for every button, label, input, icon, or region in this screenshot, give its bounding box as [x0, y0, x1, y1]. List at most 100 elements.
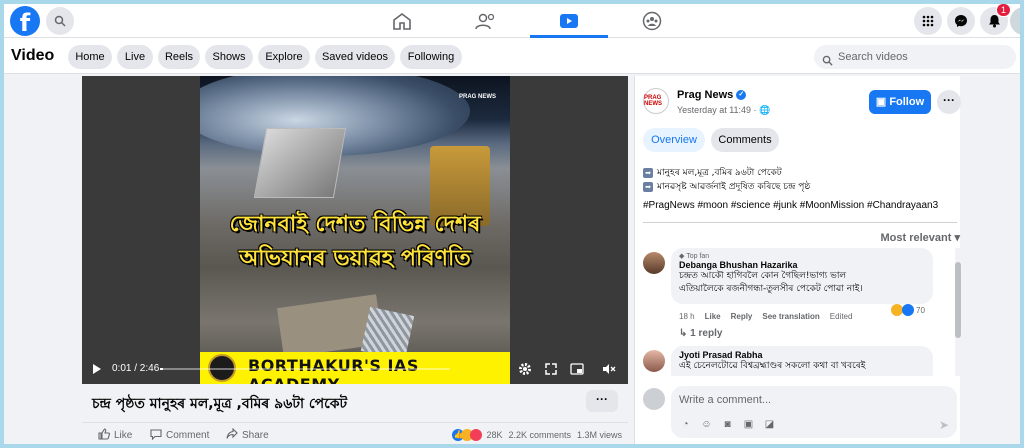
pill-explore[interactable]: Explore	[258, 45, 310, 69]
comment-reaction-count: 70	[916, 305, 925, 315]
post-description: ➡ মানুহৰ মল,মূত্ৰ ,বমিৰ ৯৬টা পেকেট ➡ মানৱস…	[643, 166, 957, 194]
sort-label: Most relevant	[880, 232, 952, 244]
sort-dropdown[interactable]: Most relevant ▾	[880, 231, 960, 244]
more-options-button[interactable]: ···	[586, 390, 618, 412]
video-header: Video Home Live Reels Shows Explore Save…	[4, 38, 1020, 74]
mute-icon[interactable]	[600, 360, 618, 378]
globe-icon: 🌐	[759, 105, 771, 115]
comment-input[interactable]: Write a comment...	[679, 394, 771, 406]
avatar[interactable]	[643, 388, 665, 410]
profile-icon[interactable]	[1010, 7, 1020, 35]
reply-arrow-icon: ↳	[679, 328, 688, 339]
replies-label: 1 reply	[690, 328, 723, 339]
pill-following[interactable]: Following	[400, 45, 462, 69]
share-button[interactable]: Share	[226, 427, 269, 443]
search-videos-input[interactable]: Search videos	[814, 45, 1016, 69]
search-icon[interactable]	[46, 7, 74, 35]
follow-button[interactable]: ▣ Follow	[869, 90, 931, 114]
page-name-text[interactable]: Prag News	[677, 89, 733, 101]
post-timestamp: Yesterday at 11:49 · 🌐	[677, 105, 770, 116]
menu-grid-icon[interactable]	[914, 7, 942, 35]
follow-label: Follow	[889, 96, 925, 108]
page-name[interactable]: Prag News ✓	[677, 89, 747, 101]
scroll-thumb[interactable]	[955, 262, 961, 338]
tab-overview[interactable]: Overview	[643, 128, 705, 152]
comment-time[interactable]: 18 h	[679, 312, 695, 321]
camera-icon[interactable]: ◙	[721, 418, 734, 431]
post-caption: চন্দ্ৰ পৃষ্ঠত মানুহৰ মল,মূত্ৰ ,বমিৰ ৯৬টা…	[92, 396, 348, 412]
avatar-sticker-icon[interactable]: ◔	[679, 418, 692, 431]
messenger-icon[interactable]	[947, 7, 975, 35]
sticker-icon[interactable]: ◪	[763, 418, 776, 431]
search-icon	[822, 51, 833, 75]
like-label: Like	[114, 430, 133, 441]
pill-shows[interactable]: Shows	[205, 45, 253, 69]
comment-button[interactable]: Comment	[150, 428, 209, 443]
send-icon[interactable]: ➤	[939, 418, 949, 432]
comment-text-line-2: এতিয়ালৈকে ৰজনীগন্ধা-তুলসীৰ পেকেট পোৱা ন…	[679, 284, 863, 294]
tab-comments[interactable]: Comments	[711, 128, 779, 152]
groups-icon[interactable]	[640, 9, 664, 33]
pill-live[interactable]: Live	[117, 45, 153, 69]
settings-icon[interactable]	[516, 360, 534, 378]
pip-icon[interactable]	[568, 360, 586, 378]
fullscreen-icon[interactable]	[542, 360, 560, 378]
pill-saved-videos[interactable]: Saved videos	[315, 45, 395, 69]
comments-list: ◆ Top fan Debanga Bhushan Hazarika চন্দ্…	[643, 248, 961, 376]
video-player[interactable]: PRAG NEWS জোনবাই দেশত বিভিন্ন দেশৰ অভিযা…	[82, 76, 628, 384]
arrow-icon: ➡	[643, 167, 653, 178]
rover-image	[253, 128, 347, 198]
facebook-logo[interactable]: f	[10, 6, 40, 36]
headline-line-2: অভিযানৰ ভয়াৱহ পৰিণতি	[239, 246, 471, 271]
comment-text-line-1: চন্দ্ৰত আকৌ হাগিবলৈ কোন গৈছিল!ভাগ্য ভাল	[679, 271, 847, 281]
reactions-count: 28K	[486, 430, 503, 440]
video-headline: জোনবাই দেশত বিভিন্ন দেশৰ অভিযানৰ ভয়াৱহ …	[220, 208, 490, 276]
top-fan-label: Top fan	[686, 253, 710, 260]
watch-icon[interactable]	[557, 9, 581, 33]
pill-reels[interactable]: Reels	[158, 45, 200, 69]
edited-label: Edited	[829, 312, 853, 321]
bell-icon[interactable]: 1	[980, 4, 1011, 35]
desc-line-2: মানৱসৃষ্ট আৱৰ্জনাই প্ৰদূষিত কৰিছে চন্দ্ৰ…	[657, 182, 811, 192]
thumbs-up-icon	[98, 428, 110, 443]
play-icon[interactable]	[88, 360, 106, 378]
verified-icon: ✓	[736, 90, 747, 101]
hashtags[interactable]: #PragNews #moon #science #junk #MoonMiss…	[643, 200, 957, 211]
comment-label: Comment	[166, 430, 210, 441]
comment-reactions[interactable]: 70	[891, 304, 925, 316]
post-time-text[interactable]: Yesterday at 11:49 ·	[677, 105, 757, 115]
view-replies-link[interactable]: ↳ 1 reply	[679, 328, 722, 339]
avatar[interactable]	[643, 252, 665, 274]
progress-bar[interactable]	[160, 368, 450, 370]
like-button[interactable]: Like	[98, 428, 132, 443]
friends-icon[interactable]	[474, 9, 498, 33]
divider	[643, 222, 957, 223]
comment-author[interactable]: Debanga Bhushan Hazarika	[679, 260, 925, 270]
comments-scrollbar[interactable]	[955, 248, 961, 376]
notification-badge: 1	[995, 4, 1011, 17]
comment-author[interactable]: Jyoti Prasad Rabha	[679, 350, 925, 360]
comment-reply-button[interactable]: Reply	[731, 312, 753, 321]
avatar[interactable]	[643, 350, 665, 372]
like-reaction-icon	[902, 304, 914, 316]
gif-icon[interactable]: ▣	[742, 418, 755, 431]
comment-meta: 18 h Like Reply See translation Edited	[679, 312, 852, 321]
pill-home[interactable]: Home	[68, 45, 112, 69]
composer-tools: ◔ ☺ ◙ ▣ ◪	[679, 418, 776, 431]
post-actions-bar: Like Comment Share 👍 28K 2.2K comments 1…	[82, 422, 628, 444]
emoji-icon[interactable]: ☺	[700, 418, 713, 431]
comments-count[interactable]: 2.2K comments	[508, 430, 571, 440]
see-translation-link[interactable]: See translation	[762, 312, 819, 321]
top-bar: f 1	[4, 4, 1020, 38]
page-avatar[interactable]: PRAG NEWS	[643, 88, 669, 114]
comment-composer[interactable]: Write a comment... ◔ ☺ ◙ ▣ ◪ ➤	[671, 386, 957, 438]
panel-more-button[interactable]: ···	[937, 90, 961, 114]
share-icon	[226, 427, 238, 443]
post-stats: 👍 28K 2.2K comments 1.3M views	[452, 429, 622, 441]
reaction-icons[interactable]: 👍 28K	[452, 429, 502, 441]
progress-fill	[160, 368, 163, 370]
home-icon[interactable]	[390, 9, 414, 33]
love-reaction-icon	[470, 429, 483, 441]
comment-like-button[interactable]: Like	[705, 312, 721, 321]
comment-text-line-1: এই চেনেলটোৱে বিশ্বব্ৰহ্মাণ্ডৰ সকলো কথা ব…	[679, 361, 866, 371]
